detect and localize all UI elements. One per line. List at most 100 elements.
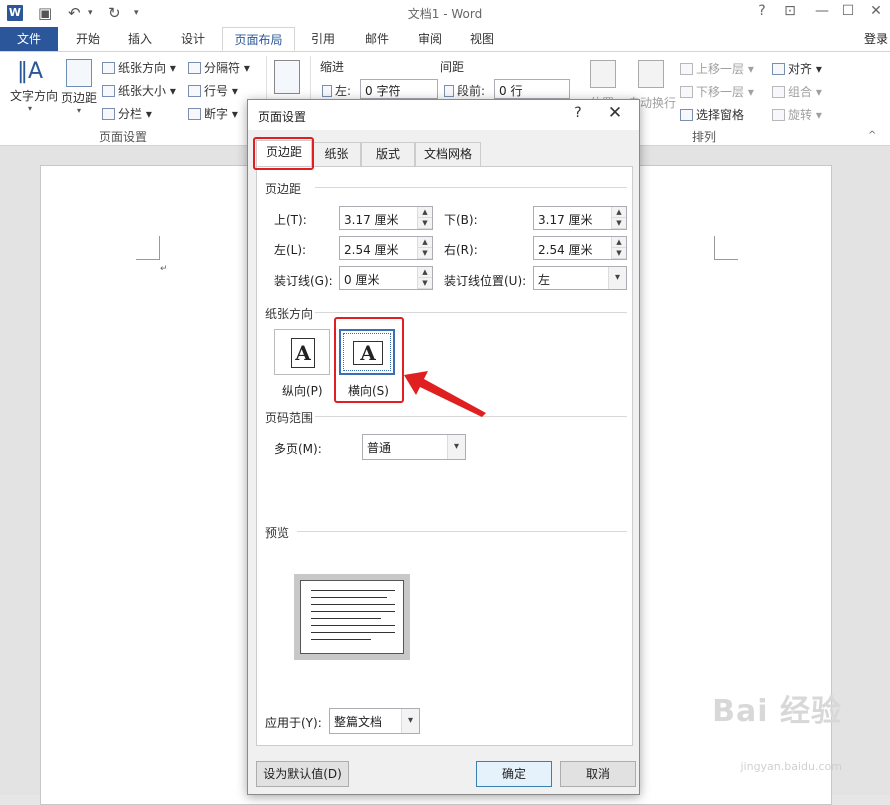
tab-references[interactable]: 引用 <box>300 27 346 51</box>
indent-left-label: 左: <box>322 82 351 99</box>
ribbon-tab-row: 文件 开始 插入 设计 页面布局 引用 邮件 审阅 视图 登录 <box>0 27 890 51</box>
group-icon <box>772 86 785 98</box>
login-link[interactable]: 登录 <box>864 27 890 51</box>
section-pages: 页码范围 <box>265 411 314 425</box>
minimize-icon[interactable]: — <box>812 3 832 19</box>
bring-forward-button[interactable]: 上移一层 ▾ <box>680 60 754 77</box>
landscape-highlight <box>334 317 404 403</box>
preview-line <box>311 611 395 612</box>
preview-line <box>311 625 395 626</box>
gutter-position-label: 装订线位置(U): <box>444 274 527 288</box>
preview-page <box>300 580 404 654</box>
section-margins: 页边距 <box>265 182 302 196</box>
top-margin-input[interactable]: 3.17 厘米 ▲ ▼ <box>339 206 433 230</box>
indent-label: 缩进 <box>320 60 345 74</box>
apply-to-dropdown-icon[interactable]: ▾ <box>401 709 419 733</box>
close-window-icon[interactable]: ✕ <box>866 3 886 19</box>
preview-line <box>311 639 371 640</box>
send-backward-button[interactable]: 下移一层 ▾ <box>680 83 754 100</box>
draft-paper-icon <box>274 60 300 94</box>
margins-button[interactable]: 页边距 ▾ <box>60 57 98 115</box>
portrait-option[interactable]: A <box>274 329 330 375</box>
tab-home[interactable]: 开始 <box>64 27 112 51</box>
tab-layout[interactable]: 版式 <box>361 142 415 166</box>
ribbon-display-options-icon[interactable]: ⊡ <box>780 3 800 19</box>
send-backward-icon <box>680 86 693 98</box>
preview-line <box>311 632 395 633</box>
bring-forward-icon <box>680 63 693 75</box>
group-button[interactable]: 组合 ▾ <box>772 83 822 100</box>
columns-icon <box>102 108 115 120</box>
gutter-spinner[interactable]: ▲ ▼ <box>417 267 432 289</box>
multiple-pages-label: 多页(M): <box>274 442 322 456</box>
tab-paper[interactable]: 纸张 <box>312 142 361 166</box>
right-margin-spinner[interactable]: ▲ ▼ <box>611 237 626 259</box>
collapse-ribbon-icon[interactable]: ^ <box>868 130 876 141</box>
page-setup-dialog: 页面设置 ? ✕ 页边距 纸张 版式 文档网格 页边距 上(T): 3.17 厘… <box>247 99 640 795</box>
cancel-button[interactable]: 取消 <box>560 761 636 787</box>
columns-button[interactable]: 分栏 ▾ <box>102 105 152 122</box>
orientation-button[interactable]: 纸张方向 ▾ <box>102 59 176 76</box>
multiple-pages-select[interactable]: 普通 ▾ <box>362 434 466 460</box>
breaks-button[interactable]: 分隔符 ▾ <box>188 59 250 76</box>
bottom-margin-input[interactable]: 3.17 厘米 ▲ ▼ <box>533 206 627 230</box>
top-margin-label: 上(T): <box>274 213 307 227</box>
tab-design[interactable]: 设计 <box>168 27 218 51</box>
crop-mark-left <box>136 236 160 260</box>
preview-area <box>294 574 410 660</box>
tab-insert[interactable]: 插入 <box>116 27 164 51</box>
hyphenation-button[interactable]: 断字 ▾ <box>188 105 238 122</box>
align-button[interactable]: 对齐 ▾ <box>772 60 822 77</box>
gutter-label: 装订线(G): <box>274 274 333 288</box>
position-icon <box>590 60 616 88</box>
dialog-close-icon[interactable]: ✕ <box>604 103 626 123</box>
preview-text-lines <box>311 590 395 646</box>
right-margin-input[interactable]: 2.54 厘米 ▲ ▼ <box>533 236 627 260</box>
dialog-help-icon[interactable]: ? <box>570 105 586 121</box>
set-default-button[interactable]: 设为默认值(D) <box>256 761 349 787</box>
title-bar: W ▣ ↶ ▾ ↻ ▾ 文档1 - Word ? ⊡ — ☐ ✕ <box>0 0 890 27</box>
rotate-button[interactable]: 旋转 ▾ <box>772 106 822 123</box>
tab-margins-highlight <box>253 137 314 170</box>
spacing-before-input[interactable]: 0 行 <box>494 79 570 99</box>
gutter-position-dropdown-icon[interactable]: ▾ <box>608 267 626 289</box>
top-margin-spinner[interactable]: ▲ ▼ <box>417 207 432 229</box>
preview-line <box>311 590 395 591</box>
section-orientation: 纸张方向 <box>265 307 314 321</box>
orientation-icon <box>102 62 115 74</box>
line-numbers-button[interactable]: 行号 ▾ <box>188 82 238 99</box>
annotation-arrow-icon <box>404 371 486 417</box>
ok-button[interactable]: 确定 <box>476 761 552 787</box>
rotate-icon <box>772 109 785 121</box>
tab-document-grid[interactable]: 文档网格 <box>415 142 481 166</box>
dialog-title-bar: 页面设置 ? ✕ <box>248 100 639 130</box>
indent-left-input[interactable]: 0 字符 <box>360 79 438 99</box>
left-margin-input[interactable]: 2.54 厘米 ▲ ▼ <box>339 236 433 260</box>
multiple-pages-dropdown-icon[interactable]: ▾ <box>447 435 465 459</box>
selection-pane-button[interactable]: 选择窗格 <box>680 106 744 123</box>
text-direction-button[interactable]: ‖A 文字方向 ▾ <box>10 57 58 113</box>
tab-page-layout[interactable]: 页面布局 <box>222 27 295 51</box>
gutter-position-select[interactable]: 左 ▾ <box>533 266 627 290</box>
preview-line <box>311 604 395 605</box>
group-label-page-setup: 页面设置 <box>99 130 148 144</box>
baidu-watermark: Bai 经验 <box>712 694 842 729</box>
help-icon[interactable]: ? <box>752 3 772 19</box>
portrait-page-icon: A <box>291 338 315 368</box>
size-icon <box>102 85 115 97</box>
bottom-margin-spinner[interactable]: ▲ ▼ <box>611 207 626 229</box>
wrap-text-icon <box>638 60 664 88</box>
tab-mailings[interactable]: 邮件 <box>352 27 402 51</box>
arrow-shape <box>404 371 486 417</box>
size-button[interactable]: 纸张大小 ▾ <box>102 82 176 99</box>
gutter-input[interactable]: 0 厘米 ▲ ▼ <box>339 266 433 290</box>
margins-tab-panel: 页边距 上(T): 3.17 厘米 ▲ ▼ 下(B): 3.17 厘米 ▲ ▼ 左(… <box>256 166 633 746</box>
tab-file[interactable]: 文件 <box>0 27 58 51</box>
selection-pane-icon <box>680 109 693 121</box>
left-margin-spinner[interactable]: ▲ ▼ <box>417 237 432 259</box>
tab-review[interactable]: 审阅 <box>406 27 454 51</box>
tab-view[interactable]: 视图 <box>458 27 506 51</box>
maximize-icon[interactable]: ☐ <box>838 3 858 19</box>
apply-to-select[interactable]: 整篇文档 ▾ <box>329 708 420 734</box>
margins-icon <box>66 59 92 87</box>
